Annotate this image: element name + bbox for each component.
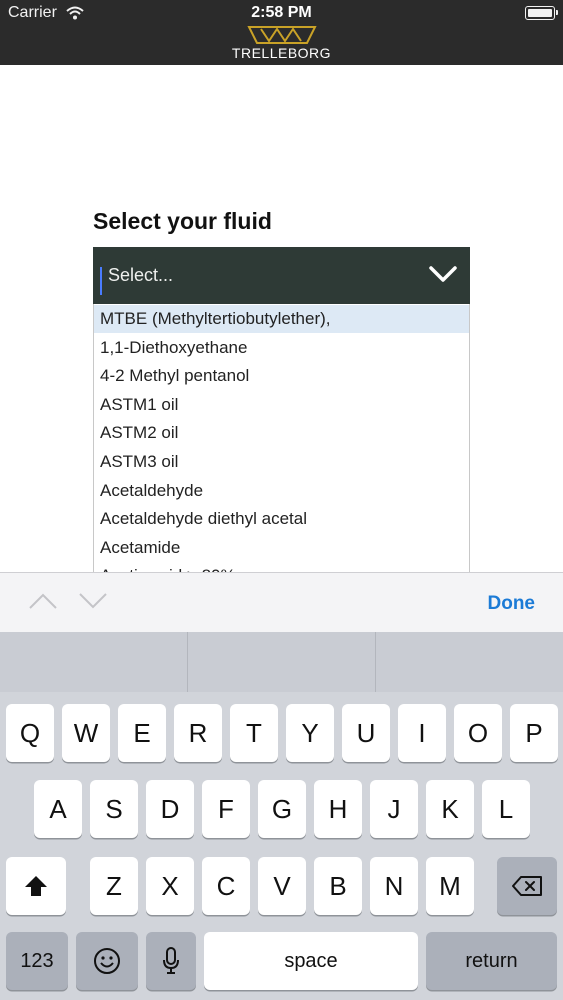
chevron-up-icon[interactable] <box>28 591 58 616</box>
key-a[interactable]: A <box>34 780 82 838</box>
chevron-down-icon[interactable] <box>428 263 458 290</box>
key-u[interactable]: U <box>342 704 390 762</box>
shift-icon <box>25 876 47 896</box>
battery-icon <box>525 6 558 20</box>
key-y[interactable]: Y <box>286 704 334 762</box>
fluid-option[interactable]: Acetaldehyde <box>94 477 469 505</box>
key-x[interactable]: X <box>146 857 194 915</box>
fluid-select[interactable]: Select... <box>93 247 470 304</box>
numbers-key[interactable]: 123 <box>6 932 68 990</box>
keyboard: Q W E R T Y U I O P A S D F G H J K L Z X C V B N M 123 space return <box>0 692 563 1000</box>
key-e[interactable]: E <box>118 704 166 762</box>
microphone-icon <box>163 947 179 974</box>
key-p[interactable]: P <box>510 704 558 762</box>
key-n[interactable]: N <box>370 857 418 915</box>
brand-name: TRELLEBORG <box>231 45 332 61</box>
suggestion-divider <box>187 632 188 692</box>
key-d[interactable]: D <box>146 780 194 838</box>
fluid-option[interactable]: ASTM1 oil <box>94 391 469 419</box>
key-h[interactable]: H <box>314 780 362 838</box>
fluid-option[interactable]: ASTM2 oil <box>94 419 469 447</box>
emoji-key[interactable] <box>76 932 138 990</box>
key-c[interactable]: C <box>202 857 250 915</box>
key-q[interactable]: Q <box>6 704 54 762</box>
emoji-icon <box>94 948 120 974</box>
key-r[interactable]: R <box>174 704 222 762</box>
backspace-icon <box>512 876 542 896</box>
key-l[interactable]: L <box>482 780 530 838</box>
fluid-option[interactable]: MTBE (Methyltertiobutylether), <box>94 305 469 333</box>
status-time: 2:58 PM <box>251 4 312 21</box>
key-t[interactable]: T <box>230 704 278 762</box>
key-g[interactable]: G <box>258 780 306 838</box>
fluid-option[interactable]: ASTM3 oil <box>94 448 469 476</box>
delete-key[interactable] <box>497 857 557 915</box>
status-bar: Carrier 2:58 PM TRELLEBORG <box>0 0 563 65</box>
page-title: Select your fluid <box>93 208 272 234</box>
keyboard-toolbar: Done <box>0 572 563 632</box>
select-value: Select... <box>108 265 174 285</box>
space-key[interactable]: space <box>204 932 418 990</box>
done-button[interactable]: Done <box>488 593 536 615</box>
fluid-option[interactable]: Acetic acid > 80% <box>94 562 469 572</box>
suggestion-bar[interactable] <box>0 632 563 692</box>
key-o[interactable]: O <box>454 704 502 762</box>
text-cursor <box>100 267 102 295</box>
key-i[interactable]: I <box>398 704 446 762</box>
microphone-key[interactable] <box>146 932 196 990</box>
fluid-option[interactable]: Acetamide <box>94 534 469 562</box>
key-z[interactable]: Z <box>90 857 138 915</box>
key-v[interactable]: V <box>258 857 306 915</box>
fluid-option[interactable]: 4-2 Methyl pentanol <box>94 362 469 390</box>
key-m[interactable]: M <box>426 857 474 915</box>
key-b[interactable]: B <box>314 857 362 915</box>
key-f[interactable]: F <box>202 780 250 838</box>
fluid-option[interactable]: 1,1-Diethoxyethane <box>94 334 469 362</box>
fluid-option[interactable]: Acetaldehyde diethyl acetal <box>94 505 469 533</box>
key-j[interactable]: J <box>370 780 418 838</box>
fluid-options-list[interactable]: MTBE (Methyltertiobutylether), 1,1-Dietho… <box>93 304 470 572</box>
key-k[interactable]: K <box>426 780 474 838</box>
suggestion-divider <box>375 632 376 692</box>
return-key[interactable]: return <box>426 932 557 990</box>
chevron-down-icon[interactable] <box>78 591 108 616</box>
shift-key[interactable] <box>6 857 66 915</box>
key-w[interactable]: W <box>62 704 110 762</box>
key-s[interactable]: S <box>90 780 138 838</box>
